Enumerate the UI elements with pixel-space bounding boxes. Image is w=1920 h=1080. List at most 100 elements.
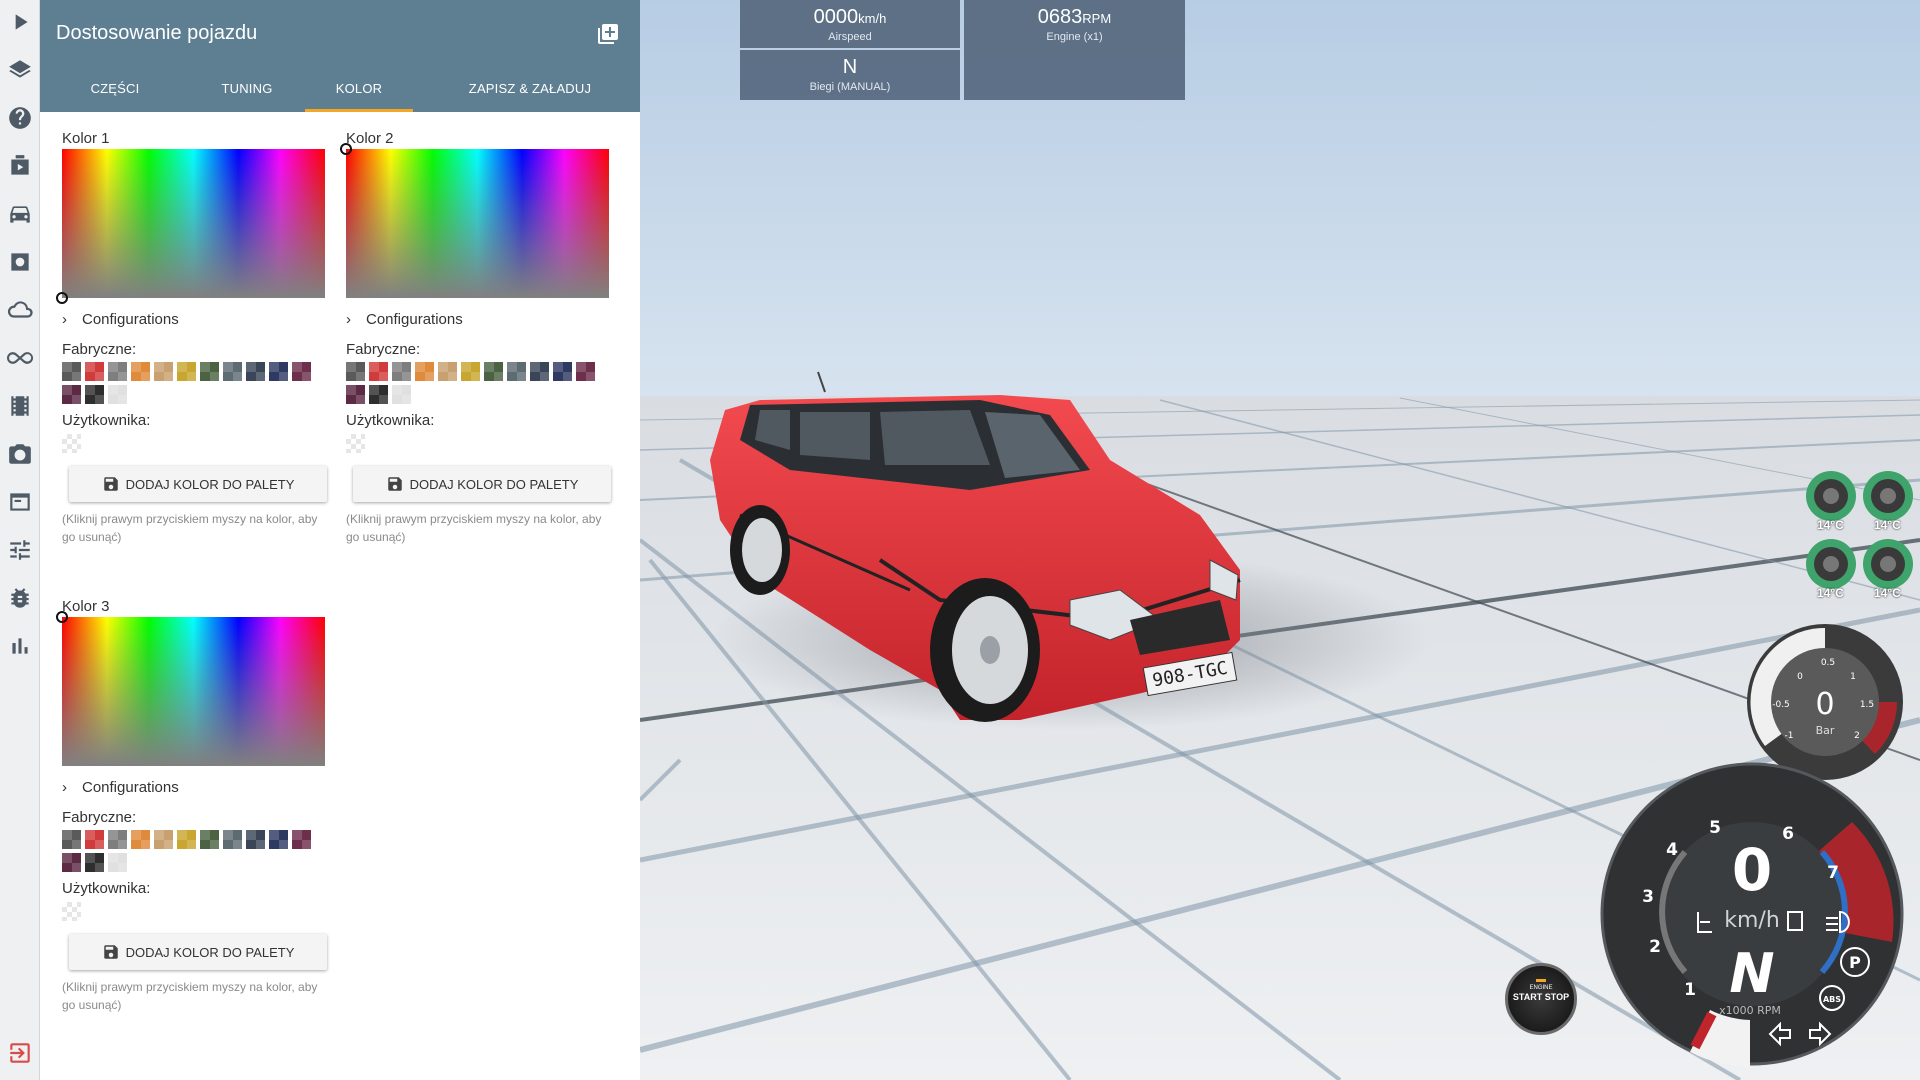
- film-icon[interactable]: [0, 386, 40, 426]
- rpm-unit-label: x1000 RPM: [1719, 1004, 1781, 1017]
- factory-color-swatch[interactable]: [438, 362, 457, 381]
- color-1-add-to-palette-button[interactable]: DODAJ KOLOR DO PALETY: [69, 466, 327, 502]
- factory-color-swatch[interactable]: [530, 362, 549, 381]
- color-3-picker-marker[interactable]: [56, 611, 68, 623]
- boost-tick: 0.5: [1821, 658, 1835, 668]
- color-2-user-swatch[interactable]: [346, 434, 365, 453]
- factory-color-swatch[interactable]: [369, 385, 388, 404]
- factory-color-swatch[interactable]: [269, 362, 288, 381]
- color-2-user-label: Użytkownika:: [346, 412, 435, 429]
- factory-color-swatch[interactable]: [223, 830, 242, 849]
- scenario-icon[interactable]: [0, 146, 40, 186]
- factory-color-swatch[interactable]: [484, 362, 503, 381]
- factory-color-swatch[interactable]: [292, 362, 311, 381]
- color-1-user-swatch[interactable]: [62, 434, 81, 453]
- boost-tick: 0: [1797, 672, 1803, 682]
- cloud-icon[interactable]: [0, 290, 40, 330]
- color-3-configurations-label: Configurations: [82, 779, 179, 796]
- wheel-temp-label: 14°C: [1874, 586, 1901, 600]
- window-icon[interactable]: [0, 482, 40, 522]
- settings-icon[interactable]: [0, 242, 40, 282]
- wheel-temp-icon: [1805, 470, 1857, 522]
- factory-color-swatch[interactable]: [62, 362, 81, 381]
- factory-color-swatch[interactable]: [85, 830, 104, 849]
- factory-color-swatch[interactable]: [346, 362, 365, 381]
- factory-color-swatch[interactable]: [131, 362, 150, 381]
- play-icon[interactable]: [0, 2, 40, 42]
- factory-color-swatch[interactable]: [346, 385, 365, 404]
- start-stop-indicator: [1536, 979, 1546, 982]
- airspeed-value: 0000: [813, 6, 859, 28]
- factory-color-swatch[interactable]: [62, 853, 81, 872]
- tab-color[interactable]: KOLOR: [305, 72, 413, 112]
- wheel-temp-icon: [1862, 538, 1914, 590]
- factory-color-swatch[interactable]: [292, 830, 311, 849]
- factory-color-swatch[interactable]: [108, 362, 127, 381]
- factory-color-swatch[interactable]: [108, 385, 127, 404]
- airspeed-unit: km/h: [858, 11, 887, 26]
- factory-color-swatch[interactable]: [108, 830, 127, 849]
- color-3-add-to-palette-button[interactable]: DODAJ KOLOR DO PALETY: [69, 934, 327, 970]
- sliders-icon[interactable]: [0, 530, 40, 570]
- camera-icon[interactable]: [0, 434, 40, 474]
- color-2-hint: (Kliknij prawym przyciskiem myszy na kol…: [346, 512, 602, 544]
- color-1-factory-swatches: [62, 362, 327, 404]
- factory-color-swatch[interactable]: [392, 362, 411, 381]
- color-1-configurations-toggle[interactable]: › Configurations: [62, 311, 179, 328]
- color-3-configurations-toggle[interactable]: › Configurations: [62, 779, 179, 796]
- factory-color-swatch[interactable]: [246, 830, 265, 849]
- factory-color-swatch[interactable]: [461, 362, 480, 381]
- infinity-icon[interactable]: [0, 338, 40, 378]
- color-1-picker-marker[interactable]: [56, 292, 68, 304]
- factory-color-swatch[interactable]: [62, 830, 81, 849]
- boost-gauge: 0 Bar -1 -0.5 0 0.5 1 1.5 2: [1747, 624, 1903, 780]
- color-2-picker-marker[interactable]: [340, 143, 352, 155]
- layers-icon[interactable]: [0, 50, 40, 90]
- tab-parts[interactable]: CZĘŚCI: [60, 72, 170, 112]
- factory-color-swatch[interactable]: [85, 385, 104, 404]
- color-1-factory-label: Fabryczne:: [62, 341, 137, 358]
- exit-icon[interactable]: [0, 1033, 40, 1073]
- rpm-tick: 6: [1782, 824, 1794, 844]
- factory-color-swatch[interactable]: [553, 362, 572, 381]
- factory-color-swatch[interactable]: [269, 830, 288, 849]
- bug-icon[interactable]: [0, 578, 40, 618]
- color-2-picker[interactable]: [340, 143, 609, 298]
- tab-tuning[interactable]: TUNING: [192, 72, 302, 112]
- factory-color-swatch[interactable]: [85, 853, 104, 872]
- help-icon[interactable]: [0, 98, 40, 138]
- factory-color-swatch[interactable]: [85, 362, 104, 381]
- factory-color-swatch[interactable]: [246, 362, 265, 381]
- factory-color-swatch[interactable]: [507, 362, 526, 381]
- factory-color-swatch[interactable]: [154, 830, 173, 849]
- factory-color-swatch[interactable]: [392, 385, 411, 404]
- tab-save-load[interactable]: ZAPISZ & ZAŁADUJ: [440, 72, 620, 112]
- color-1-picker[interactable]: [56, 149, 325, 304]
- factory-color-swatch[interactable]: [177, 830, 196, 849]
- boost-tick: -1: [1785, 731, 1794, 741]
- chart-icon[interactable]: [0, 626, 40, 666]
- car-icon[interactable]: [0, 194, 40, 234]
- color-2-add-to-palette-button[interactable]: DODAJ KOLOR DO PALETY: [353, 466, 611, 502]
- color-3-picker[interactable]: [56, 611, 325, 766]
- factory-color-swatch[interactable]: [154, 362, 173, 381]
- factory-color-swatch[interactable]: [369, 362, 388, 381]
- add-library-icon[interactable]: [596, 22, 620, 46]
- factory-color-swatch[interactable]: [576, 362, 595, 381]
- factory-color-swatch[interactable]: [415, 362, 434, 381]
- rpm-tick: 7: [1827, 863, 1839, 883]
- factory-color-swatch[interactable]: [223, 362, 242, 381]
- factory-color-swatch[interactable]: [131, 830, 150, 849]
- factory-color-swatch[interactable]: [177, 362, 196, 381]
- wheel-temp-label: 14°C: [1874, 518, 1901, 532]
- color-2-configurations-toggle[interactable]: › Configurations: [346, 311, 463, 328]
- engine-start-stop-button[interactable]: ENGINE START STOP: [1505, 963, 1577, 1035]
- color-3-factory-swatches: [62, 830, 327, 872]
- save-icon: [387, 477, 402, 491]
- color-2-label: Kolor 2: [346, 130, 394, 147]
- factory-color-swatch[interactable]: [62, 385, 81, 404]
- color-3-user-swatch[interactable]: [62, 902, 81, 921]
- factory-color-swatch[interactable]: [200, 830, 219, 849]
- factory-color-swatch[interactable]: [200, 362, 219, 381]
- factory-color-swatch[interactable]: [108, 853, 127, 872]
